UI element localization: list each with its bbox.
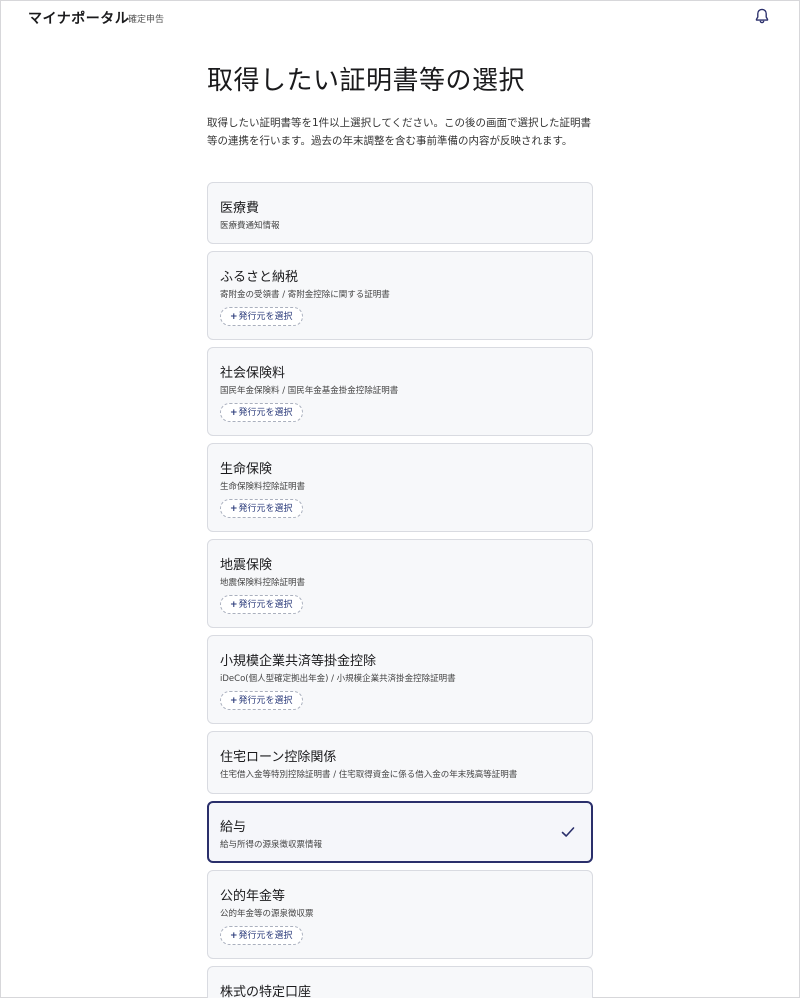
- select-issuer-button[interactable]: +発行元を選択: [220, 926, 303, 945]
- certificate-card-public-pension[interactable]: 公的年金等 公的年金等の源泉徴収票 +発行元を選択: [207, 870, 593, 959]
- certificate-card-housing-loan[interactable]: 住宅ローン控除関係 住宅借入金等特別控除証明書 / 住宅取得資金に係る借入金の年…: [207, 731, 593, 794]
- page-description: 取得したい証明書等を1件以上選択してください。この後の画面で選択した証明書等の連…: [207, 117, 592, 147]
- card-title: 地震保険: [220, 558, 273, 573]
- select-issuer-label: 発行元を選択: [238, 408, 293, 418]
- card-title: 社会保険料: [220, 366, 286, 381]
- card-title: 株式の特定口座: [220, 985, 312, 1000]
- select-issuer-label: 発行元を選択: [238, 312, 293, 322]
- card-title: 生命保険: [220, 462, 273, 477]
- card-title: 小規模企業共済等掛金控除: [220, 654, 377, 669]
- select-issuer-button[interactable]: +発行元を選択: [220, 691, 303, 710]
- plus-icon: +: [230, 931, 238, 941]
- certificate-card-stock-account[interactable]: 株式の特定口座: [207, 966, 593, 1000]
- select-issuer-label: 発行元を選択: [238, 931, 293, 941]
- plus-icon: +: [230, 696, 238, 706]
- plus-icon: +: [230, 504, 238, 514]
- plus-icon: +: [230, 408, 238, 418]
- card-title: ふるさと納税: [220, 270, 299, 285]
- certificate-card-earthquake-insurance[interactable]: 地震保険 地震保険料控除証明書 +発行元を選択: [207, 539, 593, 628]
- card-subtitle: 給与所得の源泉徴収票情報: [220, 840, 323, 850]
- select-issuer-button[interactable]: +発行元を選択: [220, 403, 303, 422]
- card-subtitle: iDeCo(個人型確定拠出年金) / 小規模企業共済掛金控除証明書: [220, 674, 456, 684]
- bell-icon[interactable]: [753, 7, 771, 25]
- select-issuer-button[interactable]: +発行元を選択: [220, 595, 303, 614]
- certificate-card-salary[interactable]: 給与 給与所得の源泉徴収票情報: [207, 801, 593, 863]
- certificate-card-medical[interactable]: 医療費 医療費通知情報: [207, 182, 593, 244]
- card-subtitle: 地震保険料控除証明書: [220, 578, 306, 588]
- select-issuer-button[interactable]: +発行元を選択: [220, 307, 303, 326]
- certificate-card-furusato[interactable]: ふるさと納税 寄附金の受領書 / 寄附金控除に関する証明書 +発行元を選択: [207, 251, 593, 340]
- plus-icon: +: [230, 600, 238, 610]
- select-issuer-label: 発行元を選択: [238, 600, 293, 610]
- certificate-card-social-insurance[interactable]: 社会保険料 国民年金保険料 / 国民年金基金掛金控除証明書 +発行元を選択: [207, 347, 593, 436]
- card-subtitle: 医療費通知情報: [220, 221, 280, 231]
- card-subtitle: 寄附金の受領書 / 寄附金控除に関する証明書: [220, 290, 390, 300]
- certificate-card-small-business-mutual-aid[interactable]: 小規模企業共済等掛金控除 iDeCo(個人型確定拠出年金) / 小規模企業共済掛…: [207, 635, 593, 724]
- select-issuer-label: 発行元を選択: [238, 504, 293, 514]
- card-title: 医療費: [220, 201, 260, 216]
- brand-logo[interactable]: マイナポータル: [28, 8, 129, 28]
- card-subtitle: 国民年金保険料 / 国民年金基金掛金控除証明書: [220, 386, 399, 396]
- select-issuer-label: 発行元を選択: [238, 696, 293, 706]
- app-header: マイナポータル 確定申告: [0, 0, 800, 36]
- card-subtitle: 生命保険料控除証明書: [220, 482, 306, 492]
- card-title: 公的年金等: [220, 889, 286, 904]
- card-subtitle: 住宅借入金等特別控除証明書 / 住宅取得資金に係る借入金の年末残高等証明書: [220, 770, 518, 780]
- card-subtitle: 公的年金等の源泉徴収票: [220, 909, 314, 919]
- card-title: 給与: [220, 820, 247, 835]
- select-issuer-button[interactable]: +発行元を選択: [220, 499, 303, 518]
- check-icon: [561, 827, 575, 837]
- plus-icon: +: [230, 312, 238, 322]
- page-title: 取得したい証明書等の選択: [207, 66, 526, 96]
- card-title: 住宅ローン控除関係: [220, 750, 337, 765]
- certificate-card-life-insurance[interactable]: 生命保険 生命保険料控除証明書 +発行元を選択: [207, 443, 593, 532]
- brand-subtitle: 確定申告: [128, 15, 165, 25]
